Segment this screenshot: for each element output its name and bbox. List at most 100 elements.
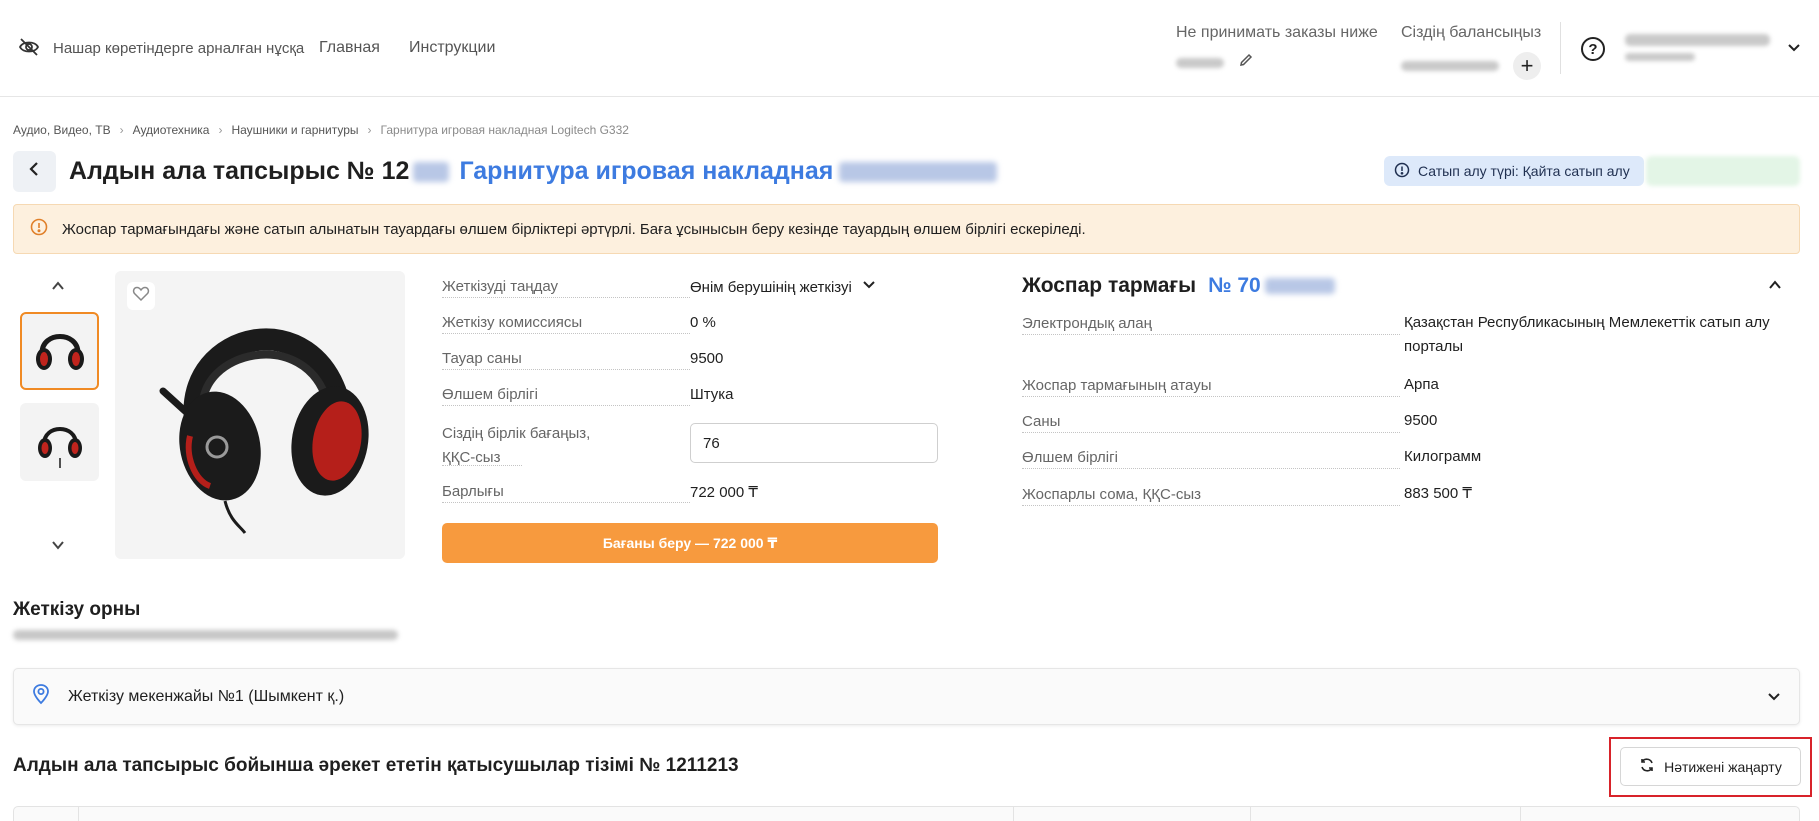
table-column-divider bbox=[1013, 806, 1014, 821]
user-name-redacted bbox=[1625, 34, 1770, 46]
user-role-redacted bbox=[1625, 53, 1695, 61]
plan-row-label: Электрондық алаң bbox=[1022, 315, 1152, 332]
balance-label: Сіздің балансыңыз bbox=[1401, 24, 1542, 41]
low-vision-version-link[interactable]: Нашар көретіндерге арналған нұсқа bbox=[53, 40, 304, 57]
min-order-value-redacted bbox=[1176, 57, 1224, 68]
dotted-leader bbox=[442, 333, 690, 334]
title-product-link[interactable]: Гарнитура игровая накладная bbox=[459, 157, 833, 186]
purchase-type-label: Сатып алу түрі: Қайта сатып алу bbox=[1418, 163, 1630, 179]
dotted-leader bbox=[1022, 468, 1400, 469]
commission-label: Жеткізу комиссиясы bbox=[442, 314, 583, 331]
nav-instructions[interactable]: Инструкции bbox=[409, 39, 495, 57]
heart-icon bbox=[132, 285, 150, 308]
breadcrumb-item[interactable]: Аудиотехника bbox=[133, 123, 210, 137]
chevron-right-icon: › bbox=[119, 123, 124, 137]
chevron-left-icon bbox=[27, 161, 43, 182]
plan-item-heading: Жоспар тармағы bbox=[1022, 274, 1197, 297]
total-label: Барлығы bbox=[442, 483, 504, 500]
delivery-choice-select[interactable]: Өнім берушінің жеткізуі bbox=[690, 278, 876, 296]
unit-mismatch-warning: Жоспар тармағындағы және сатып алынатын … bbox=[13, 204, 1800, 254]
dotted-leader bbox=[442, 405, 690, 406]
dotted-leader bbox=[1022, 505, 1400, 506]
breadcrumb-current: Гарнитура игровая накладная Logitech G33… bbox=[380, 123, 629, 137]
title-order-number: Алдын ала тапсырыс № 12 bbox=[69, 157, 410, 185]
breadcrumb-item[interactable]: Наушники и гарнитуры bbox=[231, 123, 358, 137]
refresh-results-button[interactable]: Нәтижені жаңарту bbox=[1620, 747, 1801, 786]
chevron-right-icon: › bbox=[367, 123, 372, 137]
dotted-leader bbox=[1022, 396, 1400, 397]
unit-price-label: Сіздің бірлік бағаңыз, ҚҚС-сыз bbox=[442, 425, 591, 466]
table-column-divider bbox=[78, 806, 79, 821]
quantity-label: Тауар саны bbox=[442, 350, 522, 367]
chevron-down-icon[interactable] bbox=[1767, 690, 1781, 709]
chevron-up-icon[interactable] bbox=[1768, 278, 1782, 297]
delivery-choice-value: Өнім берушінің жеткізуі bbox=[690, 278, 852, 296]
plan-row-label: Жоспарлы сома, ҚҚС-сыз bbox=[1022, 486, 1201, 503]
chevron-down-icon[interactable] bbox=[50, 537, 66, 558]
product-main-image bbox=[115, 271, 405, 559]
plan-row-label: Жоспар тармағының атауы bbox=[1022, 377, 1212, 394]
plan-row-value: 9500 bbox=[1404, 412, 1438, 429]
unit-price-input[interactable] bbox=[690, 423, 938, 463]
breadcrumb-item[interactable]: Аудио, Видео, ТВ bbox=[13, 123, 111, 137]
dotted-leader bbox=[1022, 334, 1400, 335]
plan-row-value: 883 500 ₸ bbox=[1404, 485, 1472, 502]
headset-icon bbox=[37, 427, 82, 468]
min-order-label: Не принимать заказы ниже bbox=[1176, 24, 1378, 41]
info-circle-icon bbox=[1394, 162, 1410, 181]
product-thumbnail-2[interactable] bbox=[20, 403, 99, 481]
delivery-subtitle-redacted bbox=[13, 630, 398, 640]
dotted-leader bbox=[1022, 432, 1400, 433]
participants-section-title: Алдын ала тапсырыс бойынша әрекет ететін… bbox=[13, 755, 739, 776]
plan-item-number[interactable]: № 70 bbox=[1208, 274, 1335, 298]
delivery-section-title: Жеткізу орны bbox=[13, 599, 141, 620]
user-menu[interactable] bbox=[1625, 34, 1770, 61]
refresh-icon bbox=[1639, 757, 1655, 776]
help-icon[interactable]: ? bbox=[1581, 37, 1605, 61]
purchase-type-badge: Сатып алу түрі: Қайта сатып алу bbox=[1384, 156, 1644, 186]
top-up-balance-button[interactable]: + bbox=[1513, 52, 1541, 80]
dotted-leader bbox=[442, 369, 690, 370]
table-column-divider bbox=[1520, 806, 1521, 821]
refresh-label: Нәтижені жаңарту bbox=[1664, 758, 1782, 775]
delivery-choice-label: Жеткізуді таңдау bbox=[442, 278, 558, 295]
plan-row-label: Өлшем бірлігі bbox=[1022, 449, 1118, 466]
title-product-redacted bbox=[839, 161, 998, 182]
top-header: Нашар көретіндерге арналған нұсқа Главна… bbox=[0, 0, 1819, 97]
status-badge-redacted bbox=[1646, 156, 1800, 186]
plan-item-title: Жоспар тармағы № 70 bbox=[1022, 274, 1335, 298]
chevron-up-icon[interactable] bbox=[50, 278, 66, 299]
dotted-leader bbox=[442, 465, 522, 466]
delivery-address-label: Жеткізу мекенжайы №1 (Шымкент қ.) bbox=[68, 687, 345, 705]
plan-row-label: Саны bbox=[1022, 413, 1061, 430]
chevron-down-icon bbox=[862, 278, 876, 296]
product-thumbnail-1[interactable] bbox=[20, 312, 99, 390]
page-title: Алдын ала тапсырыс № 12 Гарнитура игрова… bbox=[69, 157, 998, 186]
unit-label: Өлшем бірлігі bbox=[442, 386, 538, 403]
breadcrumb: Аудио, Видео, ТВ › Аудиотехника › Наушни… bbox=[13, 123, 629, 137]
plan-number-redacted bbox=[1264, 278, 1335, 294]
quantity-value: 9500 bbox=[690, 350, 724, 367]
submit-offer-button[interactable]: Бағаны беру — 722 000 ₸ bbox=[442, 523, 938, 563]
chevron-right-icon: › bbox=[218, 123, 223, 137]
table-column-divider bbox=[1250, 806, 1251, 821]
pencil-icon[interactable] bbox=[1238, 52, 1254, 73]
header-divider bbox=[1560, 22, 1561, 74]
unit-value: Штука bbox=[690, 386, 734, 403]
eye-slash-icon[interactable] bbox=[18, 36, 40, 58]
min-order-block: Не принимать заказы ниже bbox=[1176, 24, 1378, 73]
nav-home[interactable]: Главная bbox=[319, 39, 380, 57]
delivery-address-accordion[interactable]: Жеткізу мекенжайы №1 (Шымкент қ.) bbox=[13, 668, 1800, 725]
balance-value-redacted bbox=[1401, 61, 1499, 71]
warning-text: Жоспар тармағындағы және сатып алынатын … bbox=[62, 220, 1086, 238]
plan-row-value: Килограмм bbox=[1404, 448, 1482, 465]
dotted-leader bbox=[442, 502, 690, 503]
headset-icon bbox=[35, 334, 84, 370]
plan-row-value: Қазақстан Республикасының Мемлекеттік са… bbox=[1404, 314, 1770, 355]
back-button[interactable] bbox=[13, 151, 56, 192]
favorite-button[interactable] bbox=[127, 282, 155, 310]
total-value: 722 000 ₸ bbox=[690, 484, 758, 501]
chevron-down-icon[interactable] bbox=[1786, 40, 1802, 61]
location-pin-icon bbox=[30, 683, 52, 710]
warning-icon bbox=[30, 218, 48, 240]
